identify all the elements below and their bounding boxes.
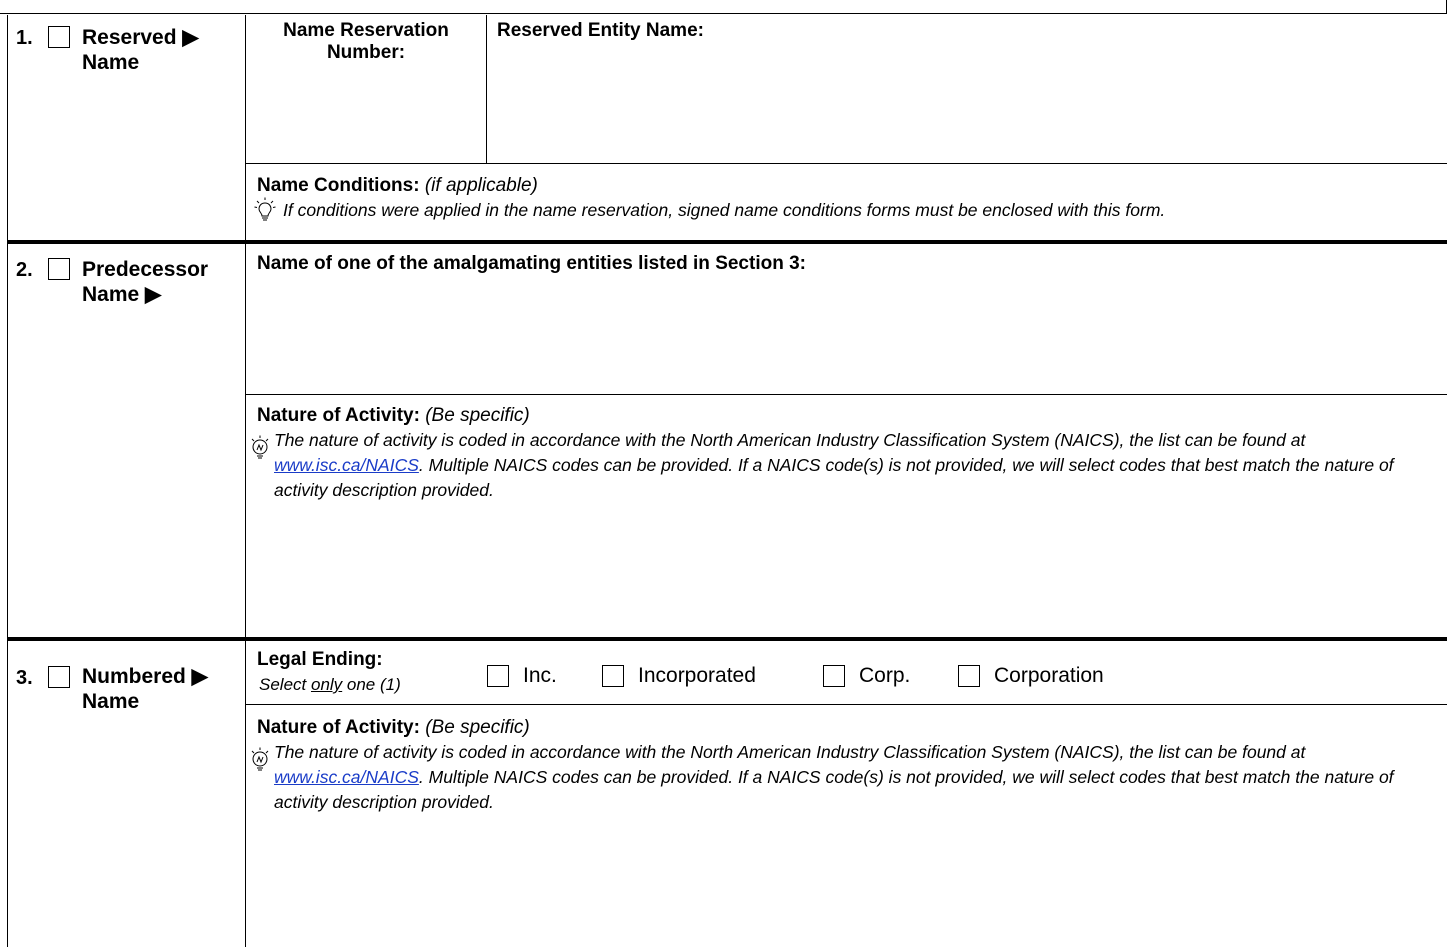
legal-ending-corporation-label: Corporation bbox=[994, 664, 1104, 687]
section-3-activity-note: The nature of activity is coded in accor… bbox=[274, 742, 1394, 812]
section-divider-2 bbox=[8, 637, 1447, 641]
lightbulb-icon bbox=[254, 197, 276, 221]
section-3-inner-divider bbox=[245, 704, 1447, 705]
reservation-number-field[interactable] bbox=[246, 65, 486, 163]
legal-ending-incorporated-checkbox[interactable] bbox=[602, 665, 624, 687]
lightbulb-icon bbox=[251, 747, 269, 771]
section-divider-1 bbox=[8, 240, 1447, 244]
section-2-title: Predecessor Name ▶ bbox=[82, 258, 209, 306]
section-3-checkbox[interactable] bbox=[48, 666, 70, 688]
legal-ending-corp-label: Corp. bbox=[859, 664, 911, 687]
reservation-field-divider bbox=[486, 15, 487, 164]
section-2-activity-field[interactable] bbox=[246, 510, 1446, 635]
legal-ending-hint: Select only one (1) bbox=[259, 675, 401, 694]
top-border bbox=[0, 0, 1447, 14]
section-3-title: Numbered ▶ Name bbox=[82, 665, 208, 713]
lightbulb-icon bbox=[251, 435, 269, 459]
predecessor-name-label: Name of one of the amalgamating entities… bbox=[257, 253, 806, 274]
section-3-number: 3. bbox=[16, 667, 33, 689]
legal-ending-inc-label: Inc. bbox=[523, 664, 557, 687]
section-1-inner-divider bbox=[245, 163, 1447, 164]
name-conditions-note: If conditions were applied in the name r… bbox=[283, 200, 1166, 220]
section-2-checkbox[interactable] bbox=[48, 258, 70, 280]
naics-link[interactable]: www.isc.ca/NAICS bbox=[274, 767, 419, 787]
form-page: 1. Reserved ▶ Name Name Reservation Numb… bbox=[7, 15, 1447, 947]
reserved-entity-name-label: Reserved Entity Name: bbox=[497, 20, 704, 41]
reserved-entity-name-field[interactable] bbox=[488, 45, 1446, 163]
naics-link[interactable]: www.isc.ca/NAICS bbox=[274, 455, 419, 475]
reservation-number-label: Name Reservation Number: bbox=[283, 20, 449, 63]
predecessor-name-field[interactable] bbox=[246, 279, 1446, 393]
section-2-inner-divider bbox=[245, 394, 1447, 395]
legal-ending-corp-checkbox[interactable] bbox=[823, 665, 845, 687]
section-2-activity-note: The nature of activity is coded in accor… bbox=[274, 430, 1394, 500]
legal-ending-corporation-checkbox[interactable] bbox=[958, 665, 980, 687]
name-conditions-label: Name Conditions: (if applicable) bbox=[257, 175, 538, 196]
section-3-activity-label: Nature of Activity: (Be specific) bbox=[257, 717, 530, 738]
section-1-checkbox[interactable] bbox=[48, 26, 70, 48]
section-1-number: 1. bbox=[16, 27, 33, 49]
section-2-activity-label: Nature of Activity: (Be specific) bbox=[257, 405, 530, 426]
section-1-title: Reserved ▶ Name bbox=[82, 26, 199, 74]
section-3-activity-field[interactable] bbox=[246, 820, 1446, 945]
legal-ending-label: Legal Ending: bbox=[257, 649, 383, 670]
section-2-number: 2. bbox=[16, 259, 33, 281]
legal-ending-incorporated-label: Incorporated bbox=[638, 664, 756, 687]
legal-ending-inc-checkbox[interactable] bbox=[487, 665, 509, 687]
